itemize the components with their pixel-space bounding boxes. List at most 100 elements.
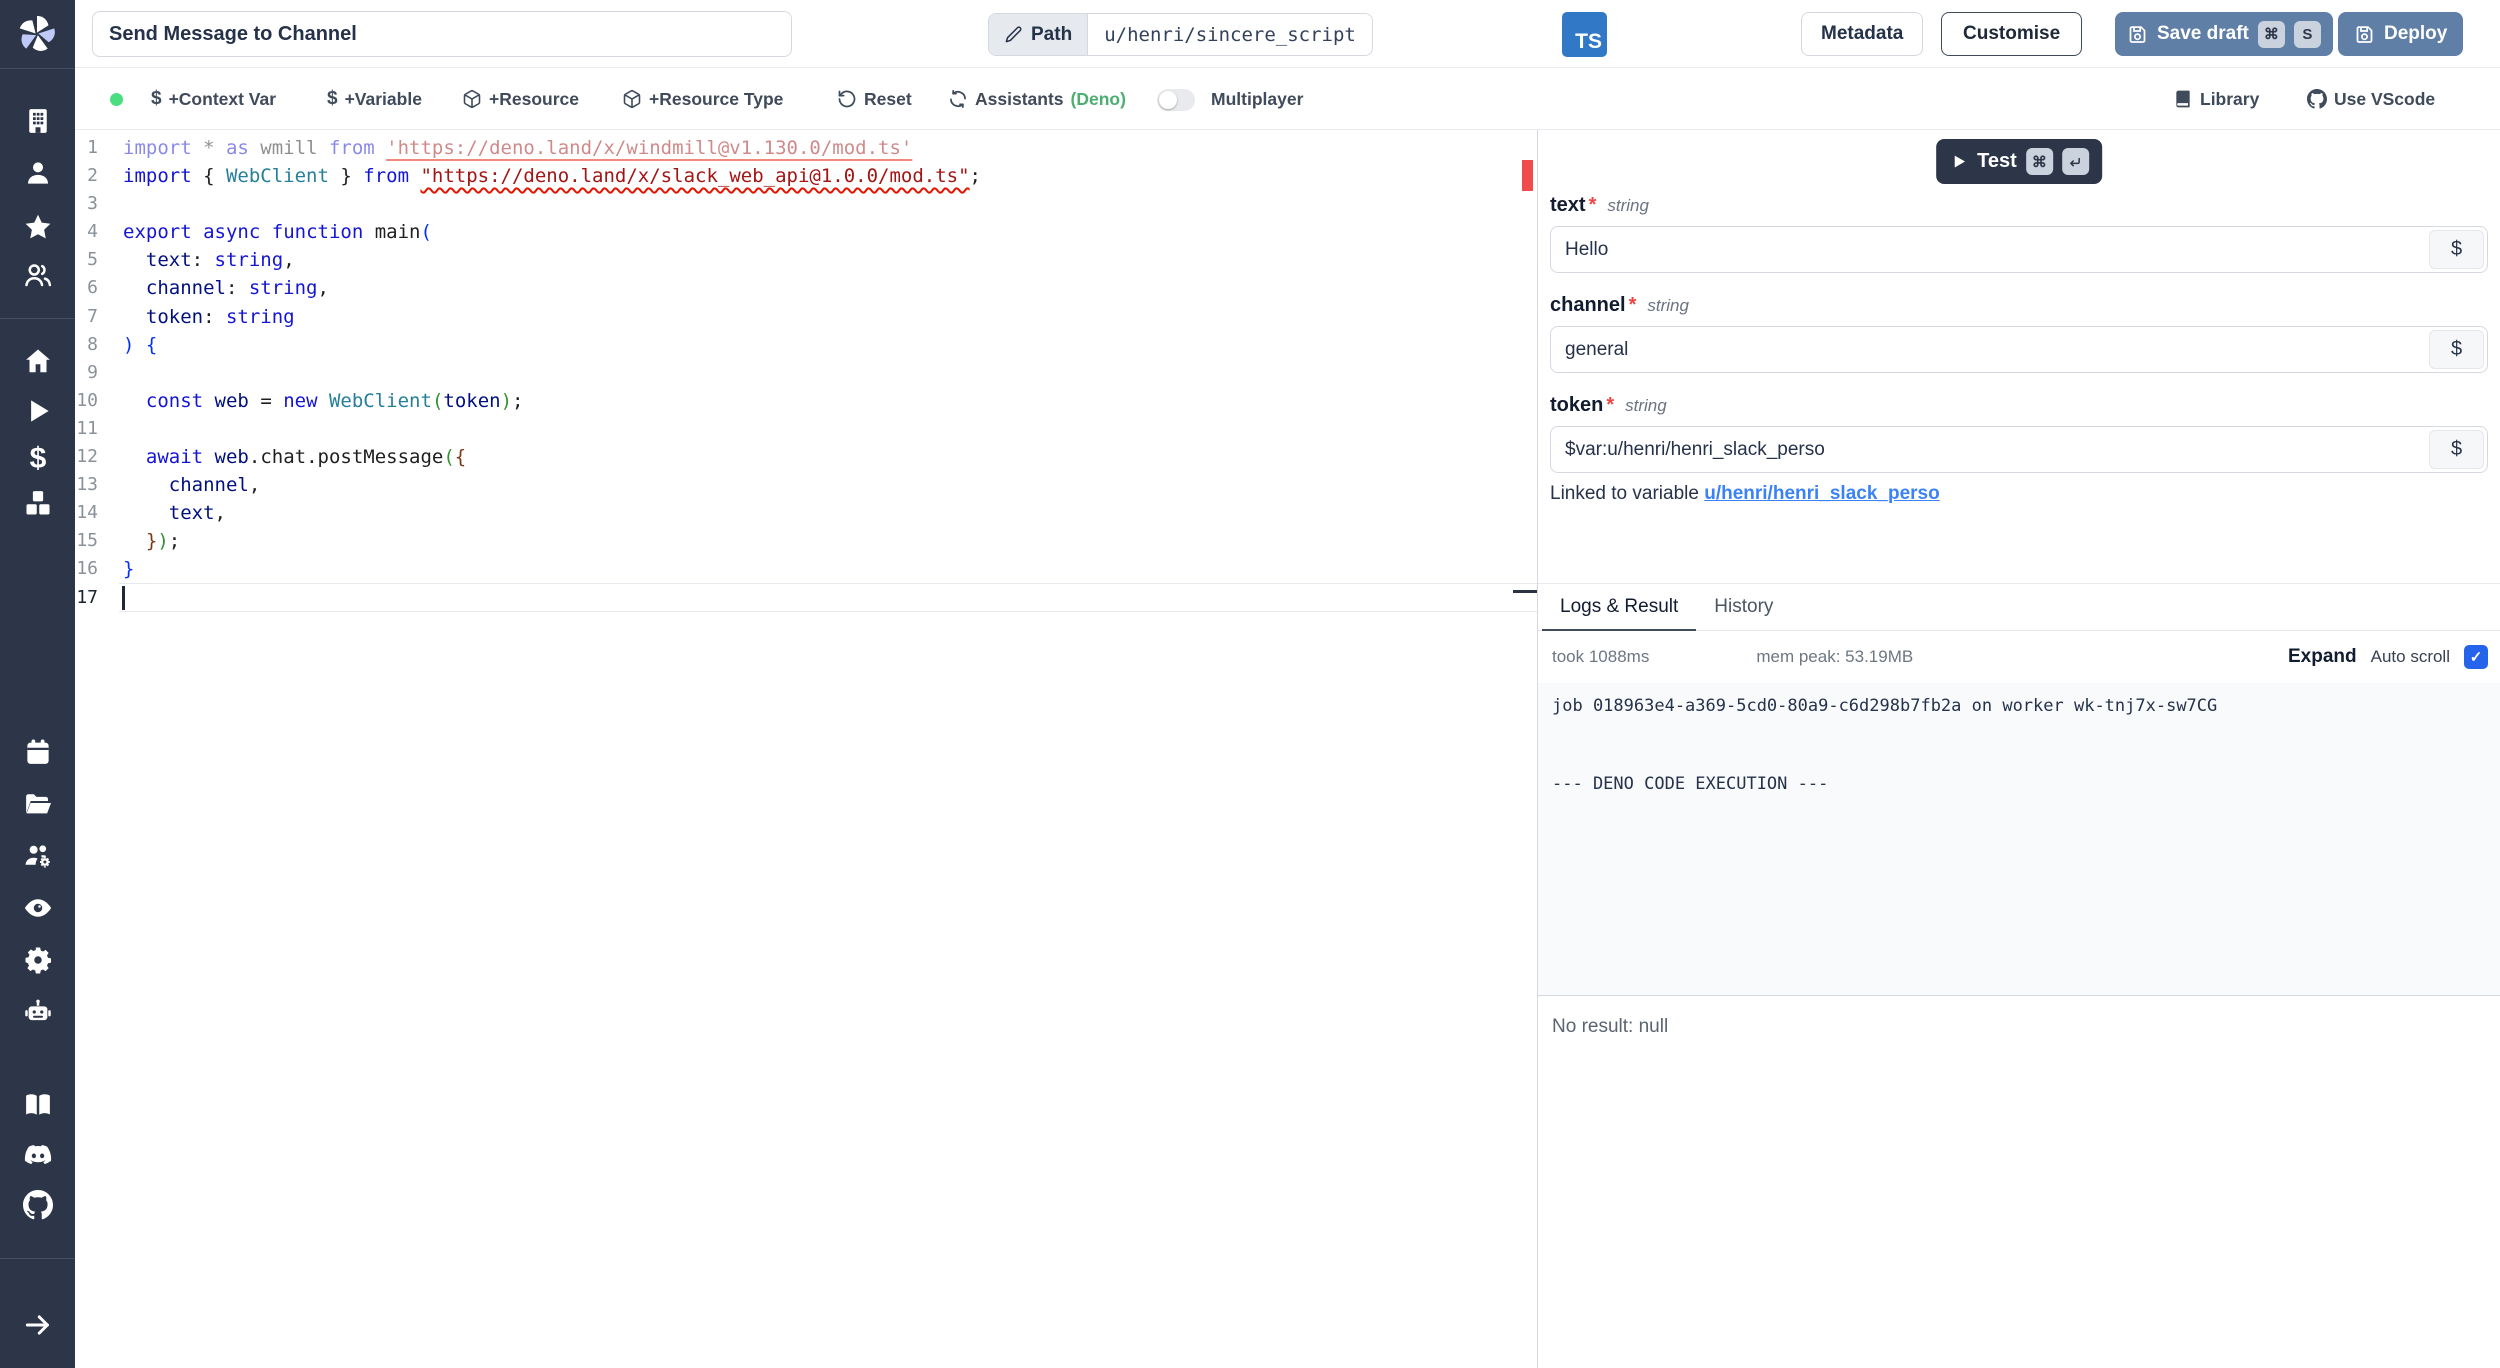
reset-button[interactable]: Reset [837, 68, 912, 130]
play-icon [1949, 152, 1968, 171]
user-icon[interactable] [23, 158, 53, 188]
building-icon[interactable] [23, 106, 53, 136]
line-number: 7 [75, 303, 98, 331]
logs-output[interactable]: job 018963e4-a369-5cd0-80a9-c6d298b7fb2a… [1538, 683, 2500, 996]
add-context-var-button[interactable]: $ +Context Var [151, 68, 276, 130]
code-line[interactable]: 5 text: string, [75, 246, 1537, 274]
field-label: text [1550, 194, 1586, 217]
script-summary-input[interactable] [92, 11, 792, 57]
book-icon[interactable] [23, 1090, 53, 1120]
line-number: 17 [75, 584, 98, 612]
users-gear-icon[interactable] [23, 841, 53, 871]
discord-icon[interactable] [23, 1140, 53, 1170]
cursor-marker [1513, 590, 1537, 593]
line-number: 12 [75, 443, 98, 471]
code-line[interactable]: 17 [75, 584, 1537, 612]
calendar-icon[interactable] [23, 737, 53, 767]
token-arg-input[interactable] [1550, 426, 2488, 473]
test-row: Test ⌘ [1538, 130, 2500, 194]
use-vscode-button[interactable]: Use VScode [2307, 68, 2435, 130]
insert-variable-button[interactable]: $ [2429, 330, 2484, 369]
linked-variable-link[interactable]: u/henri/henri_slack_perso [1704, 483, 1940, 504]
sidebar-divider [0, 318, 75, 319]
code-text: channel, [98, 471, 260, 499]
gear-icon[interactable] [23, 945, 53, 975]
text-arg-input[interactable] [1550, 226, 2488, 273]
arrow-right-icon[interactable] [23, 1310, 53, 1340]
field-label: channel [1550, 294, 1626, 317]
save-draft-button[interactable]: Save draft ⌘ S [2115, 12, 2333, 56]
code-line[interactable]: 12 await web.chat.postMessage({ [75, 443, 1537, 471]
tab-logs-result[interactable]: Logs & Result [1542, 584, 1696, 630]
code-text: } [98, 555, 134, 583]
code-line[interactable]: 2import { WebClient } from "https://deno… [75, 162, 1537, 190]
users-icon[interactable] [23, 260, 53, 290]
test-button[interactable]: Test ⌘ [1936, 139, 2102, 184]
star-icon[interactable] [23, 212, 53, 242]
preview-panel: Test ⌘ text* string [1537, 130, 2500, 1368]
toggle-knob [1159, 91, 1177, 109]
field-text: text* string $ [1550, 194, 2488, 273]
code-line[interactable]: 9 [75, 359, 1537, 387]
customise-button[interactable]: Customise [1941, 12, 2082, 56]
code-line[interactable]: 15 }); [75, 527, 1537, 555]
github-icon[interactable] [23, 1190, 53, 1220]
code-text: token: string [98, 303, 295, 331]
assistants-button[interactable]: Assistants (Deno) [948, 68, 1126, 130]
deploy-button[interactable]: Deploy [2338, 12, 2463, 56]
run-meta-row: took 1088ms mem peak: 53.19MB Expand Aut… [1538, 631, 2500, 683]
folder-open-icon[interactable] [23, 789, 53, 819]
dollar-icon[interactable]: $ [23, 444, 53, 474]
script-path[interactable]: u/henri/sincere_script [1088, 14, 1372, 55]
code-line[interactable]: 1import * as wmill from 'https://deno.la… [75, 134, 1537, 162]
library-button[interactable]: Library [2173, 68, 2259, 130]
code-text: channel: string, [98, 274, 329, 302]
autoscroll-checkbox[interactable] [2464, 645, 2488, 669]
save-icon [2127, 24, 2148, 45]
enter-key [2062, 148, 2089, 175]
text-cursor [122, 586, 125, 610]
robot-icon[interactable] [23, 997, 53, 1027]
code-editor[interactable]: 1import * as wmill from 'https://deno.la… [75, 130, 1537, 1368]
code-line[interactable]: 16} [75, 555, 1537, 583]
line-number: 10 [75, 387, 98, 415]
eye-icon[interactable] [23, 893, 53, 923]
insert-variable-button[interactable]: $ [2429, 430, 2484, 469]
field-label: token [1550, 394, 1603, 417]
code-line[interactable]: 10 const web = new WebClient(token); [75, 387, 1537, 415]
github-icon [2307, 89, 2327, 109]
cubes-icon[interactable] [23, 488, 53, 518]
home-icon[interactable] [23, 346, 53, 376]
code-line[interactable]: 7 token: string [75, 303, 1537, 331]
tab-history[interactable]: History [1696, 584, 1791, 630]
channel-arg-input[interactable] [1550, 326, 2488, 373]
code-line[interactable]: 3 [75, 190, 1537, 218]
path-group: Path u/henri/sincere_script [988, 13, 1373, 56]
expand-button[interactable]: Expand [2288, 646, 2357, 668]
code-line[interactable]: 6 channel: string, [75, 274, 1537, 302]
code-line[interactable]: 13 channel, [75, 471, 1537, 499]
editor-toolbar: $ +Context Var $ +Variable +Resource +Re… [75, 68, 2500, 130]
add-resource-type-button[interactable]: +Resource Type [622, 68, 783, 130]
insert-variable-button[interactable]: $ [2429, 230, 2484, 269]
metadata-button[interactable]: Metadata [1801, 12, 1923, 56]
overview-ruler[interactable] [1513, 130, 1537, 1368]
line-number: 4 [75, 218, 98, 246]
code-line[interactable]: 4export async function main( [75, 218, 1537, 246]
multiplayer-toggle[interactable] [1157, 89, 1195, 111]
add-resource-button[interactable]: +Resource [462, 68, 579, 130]
windmill-logo[interactable] [16, 13, 58, 55]
result-tabs: Logs & Result History [1538, 583, 2500, 631]
error-marker [1522, 160, 1533, 191]
code-text: }); [98, 527, 180, 555]
required-mark: * [1606, 394, 1614, 417]
code-line[interactable]: 8) { [75, 331, 1537, 359]
add-variable-button[interactable]: $ +Variable [327, 68, 422, 130]
code-line[interactable]: 14 text, [75, 499, 1537, 527]
edit-path-button[interactable]: Path [989, 14, 1088, 55]
run-duration: took 1088ms [1552, 647, 1649, 667]
code-text [98, 359, 123, 387]
code-line[interactable]: 11 [75, 415, 1537, 443]
code-text [98, 415, 123, 443]
play-icon[interactable] [23, 396, 53, 426]
